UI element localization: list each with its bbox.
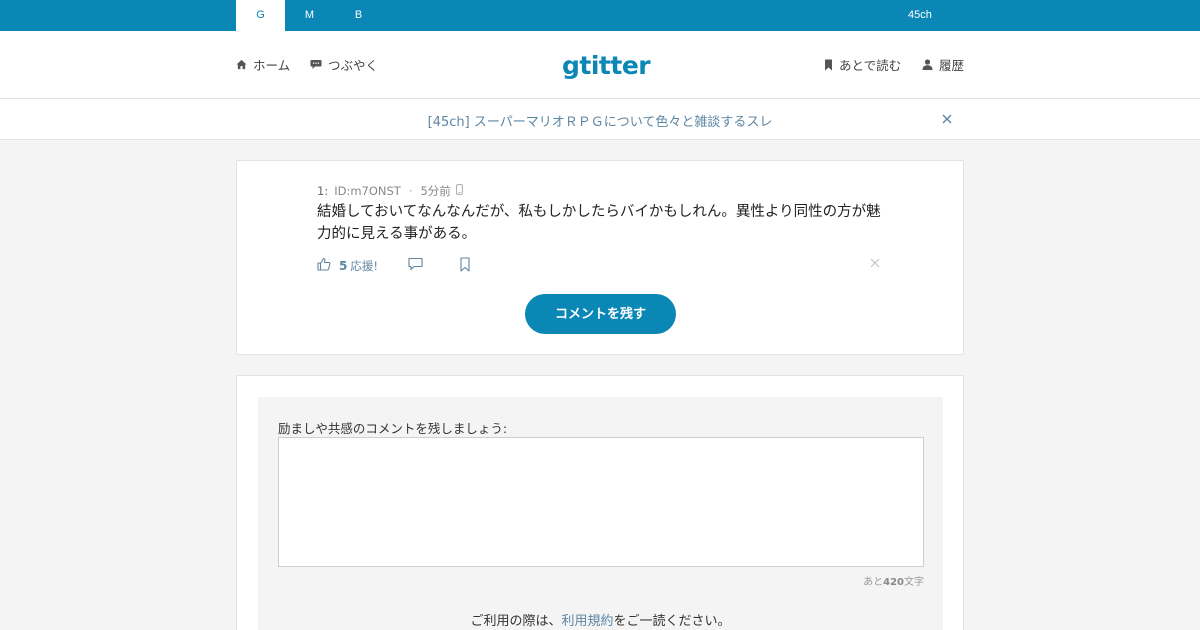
nav-tweet-label: つぶやく xyxy=(328,58,379,73)
site-logo[interactable]: gtitter xyxy=(562,51,651,80)
like-count: 5 xyxy=(339,258,348,273)
thread-title-bar: [45ch] スーパーマリオＲＰＧについて色々と雑談するスレ xyxy=(0,99,1200,140)
post-card: 1: ID:m7ONST · 5分前 結婚しておいてなんなんだが、私もしかしたら… xyxy=(236,160,964,355)
close-icon xyxy=(869,257,881,272)
post-actions: 5 応援! xyxy=(317,257,887,275)
leave-comment-button[interactable]: コメントを残す xyxy=(525,294,676,334)
post-time: 5分前 xyxy=(420,184,451,198)
terms-link[interactable]: 利用規約 xyxy=(561,614,613,629)
tab-b[interactable]: B xyxy=(334,0,383,31)
nav-read-later-label: あとで読む xyxy=(839,58,902,73)
char-counter-prefix: あと xyxy=(863,577,884,588)
comment-form-label: 励ましや共感のコメントを残しましょう: xyxy=(278,421,508,436)
reply-button[interactable] xyxy=(408,257,423,274)
like-label: 応援! xyxy=(350,258,378,273)
user-icon xyxy=(922,59,933,70)
comment-form-card: 励ましや共感のコメントを残しましょう: あと420文字 ご利用の際は、利用規約を… xyxy=(236,375,964,630)
nav-home-label: ホーム xyxy=(253,58,291,73)
bookmark-button[interactable] xyxy=(459,257,471,275)
char-counter-suffix: 文字 xyxy=(904,577,924,588)
like-button[interactable]: 5 応援! xyxy=(317,257,378,274)
terms-suffix: をご一読ください。 xyxy=(613,614,731,629)
speech-bubble-icon xyxy=(310,59,322,70)
site-link-45ch[interactable]: 45ch xyxy=(908,0,932,31)
hide-post-button[interactable] xyxy=(869,257,881,272)
char-counter: あと420文字 xyxy=(818,573,924,588)
nav-history[interactable]: 履歴 xyxy=(922,55,964,74)
post-body: 結婚しておいてなんなんだが、私もしかしたらバイかもしれん。異性より同性の方が魅力… xyxy=(317,204,881,242)
close-icon[interactable] xyxy=(940,111,954,125)
bookmark-outline-icon xyxy=(459,257,471,275)
thread-title[interactable]: [45ch] スーパーマリオＲＰＧについて色々と雑談するスレ xyxy=(0,111,1200,130)
char-counter-value: 420 xyxy=(883,577,904,588)
nav-tweet[interactable]: つぶやく xyxy=(310,55,378,74)
terms-prefix: ご利用の際は、 xyxy=(470,614,562,629)
header: ホーム つぶやく gtitter あとで読む 履歴 xyxy=(0,31,1200,99)
thumbs-up-icon xyxy=(317,257,331,274)
post-meta: 1: ID:m7ONST · 5分前 xyxy=(317,183,463,199)
comment-icon xyxy=(408,257,423,274)
comment-textarea[interactable] xyxy=(278,437,924,567)
bookmark-icon xyxy=(824,59,833,71)
terms-notice: ご利用の際は、利用規約をご一読ください。 xyxy=(258,610,943,629)
home-icon xyxy=(236,59,247,70)
comment-form: 励ましや共感のコメントを残しましょう: あと420文字 ご利用の際は、利用規約を… xyxy=(258,397,943,630)
post-user-id[interactable]: ID:m7ONST xyxy=(334,184,401,198)
nav-home[interactable]: ホーム xyxy=(236,55,290,74)
nav-read-later[interactable]: あとで読む xyxy=(824,55,901,74)
nav-history-label: 履歴 xyxy=(939,58,965,73)
top-bar: G M B 45ch xyxy=(0,0,1200,31)
post-number: 1: xyxy=(317,184,329,198)
tab-m[interactable]: M xyxy=(285,0,334,31)
mobile-icon xyxy=(455,184,463,198)
meta-separator: · xyxy=(408,184,413,198)
tab-g[interactable]: G xyxy=(236,0,285,31)
